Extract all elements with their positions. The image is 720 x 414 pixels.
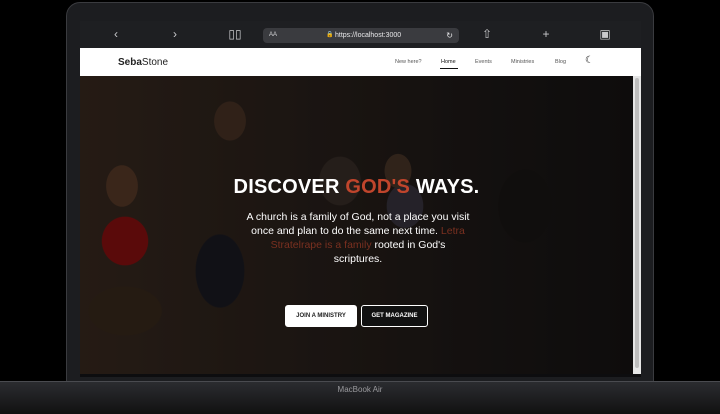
- hero-headline: DISCOVER GOD'S WAYS.: [233, 176, 480, 198]
- lock-icon: 🔒: [326, 32, 334, 38]
- tabs-overview-icon[interactable]: ▣: [596, 26, 614, 42]
- site-navbar: SebaStone New here? Home Events Ministri…: [80, 48, 641, 76]
- nav-ministries[interactable]: Ministries: [511, 59, 534, 65]
- share-icon[interactable]: ⇧: [478, 26, 496, 42]
- dark-mode-moon-icon[interactable]: ☾: [585, 55, 594, 66]
- forward-icon[interactable]: ›: [166, 26, 184, 42]
- nav-blog[interactable]: Blog: [555, 59, 566, 65]
- reader-aa-button[interactable]: AA: [269, 28, 277, 43]
- hero-description: A church is a family of God, not a place…: [246, 211, 470, 265]
- get-magazine-button[interactable]: GET MAGAZINE: [361, 305, 428, 327]
- scrollbar-thumb[interactable]: [635, 78, 639, 368]
- reload-icon[interactable]: ↻: [446, 28, 453, 43]
- join-ministry-button[interactable]: JOIN A MINISTRY: [285, 305, 357, 327]
- new-tab-icon[interactable]: +: [537, 26, 555, 42]
- url-text: https://localhost:3000: [335, 32, 402, 39]
- device-label: MacBook Air: [337, 385, 383, 394]
- site-logo[interactable]: SebaStone: [118, 57, 168, 68]
- nav-events[interactable]: Events: [475, 59, 492, 65]
- back-icon[interactable]: ‹: [107, 26, 125, 42]
- nav-home[interactable]: Home: [441, 59, 456, 65]
- sidebar-icon[interactable]: ▯▯: [226, 26, 244, 42]
- webpage: SebaStone New here? Home Events Ministri…: [80, 48, 641, 374]
- nav-active-underline: [440, 68, 458, 69]
- address-bar[interactable]: AA 🔒 https://localhost:3000 ↻: [263, 28, 459, 43]
- nav-new-here[interactable]: New here?: [395, 59, 422, 65]
- hero-section: DISCOVER GOD'S WAYS. A church is a famil…: [80, 76, 633, 374]
